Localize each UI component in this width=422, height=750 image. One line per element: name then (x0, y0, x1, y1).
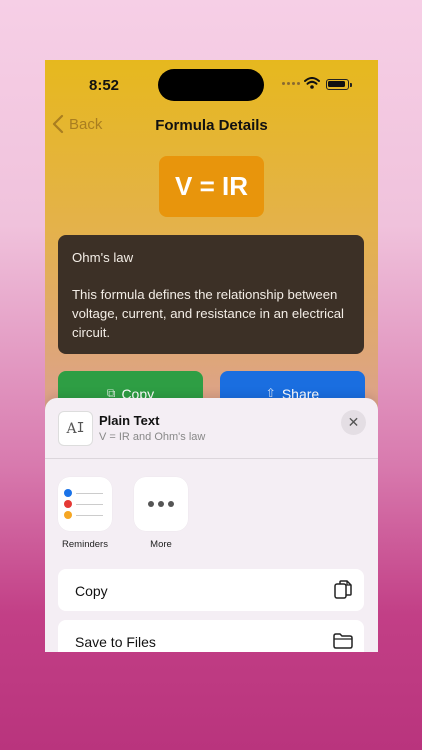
formula-description: This formula defines the relationship be… (72, 287, 344, 340)
status-bar: 8:52 (45, 60, 378, 110)
share-app-more[interactable]: More (134, 477, 188, 550)
share-sheet: AI Plain Text V = IR and Ohm's law ✕ Rem… (45, 398, 378, 652)
description-card: Ohm's law This formula defines the relat… (58, 235, 364, 354)
share-sheet-title: Plain Text (99, 413, 160, 428)
status-time: 8:52 (89, 77, 120, 94)
navigation-bar: Back Formula Details (45, 110, 378, 140)
action-label: Copy (75, 583, 108, 599)
close-icon: ✕ (347, 414, 360, 430)
share-sheet-subtitle: V = IR and Ohm's law (99, 431, 206, 443)
text-document-icon: AI (58, 411, 93, 446)
share-app-label: Reminders (62, 539, 108, 550)
close-button[interactable]: ✕ (341, 410, 366, 435)
dynamic-island (158, 69, 264, 101)
wifi-icon (304, 77, 320, 89)
copy-icon (334, 580, 352, 599)
signal-icon (282, 82, 300, 85)
action-save-to-files[interactable]: Save to Files (58, 620, 364, 652)
reminders-icon (58, 477, 112, 531)
formula-badge: V = IR (159, 156, 264, 217)
phone-screen: 8:52 Back Formula Details V = IR Ohm's l… (45, 60, 378, 652)
formula-name: Ohm's law (72, 250, 134, 265)
battery-icon (326, 79, 352, 90)
share-app-label: More (150, 539, 172, 550)
share-app-reminders[interactable]: Reminders (58, 477, 112, 550)
folder-icon (333, 633, 353, 649)
action-copy[interactable]: Copy (58, 569, 364, 611)
more-icon (134, 477, 188, 531)
action-label: Save to Files (75, 634, 156, 650)
share-sheet-header: AI Plain Text V = IR and Ohm's law ✕ (45, 398, 378, 459)
page-title: Formula Details (155, 117, 268, 134)
